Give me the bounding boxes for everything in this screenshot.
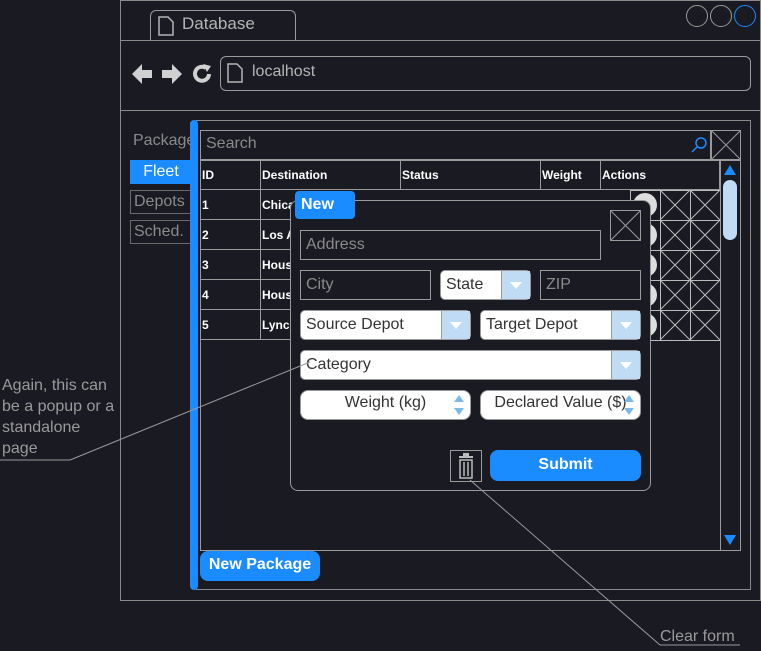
annotation-clear-form: Clear form [660,628,735,645]
annotation-popup-note: Again, this can be a popup or a standalo… [2,377,115,457]
annotation-connectors [0,361,740,646]
